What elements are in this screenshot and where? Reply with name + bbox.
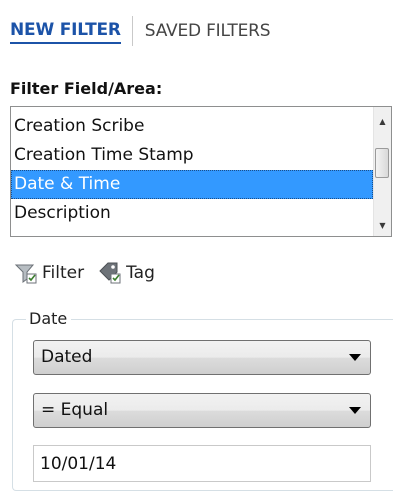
filter-tabs: NEW FILTER SAVED FILTERS: [10, 14, 271, 48]
date-operator-select[interactable]: = Equal: [33, 393, 371, 428]
scroll-down-arrow-icon[interactable]: ▼: [374, 217, 391, 234]
tag-button[interactable]: Tag: [98, 261, 155, 285]
list-item-creation-scribe[interactable]: Creation Scribe: [11, 112, 373, 141]
tab-new-filter[interactable]: NEW FILTER: [10, 19, 121, 44]
list-item-creation-time-stamp[interactable]: Creation Time Stamp: [11, 141, 373, 170]
date-fieldset: Date Dated = Equal: [12, 309, 393, 491]
filter-toolbar: Filter Tag: [14, 258, 155, 288]
filter-button-label: Filter: [42, 263, 85, 283]
tab-saved-filters[interactable]: SAVED FILTERS: [145, 20, 271, 42]
date-value-input[interactable]: [33, 445, 371, 482]
dropdown-arrow-icon: [349, 354, 361, 361]
filter-field-listbox[interactable]: Creation Scribe Creation Time Stamp Date…: [10, 106, 392, 237]
tag-icon: [98, 261, 122, 285]
listbox-scrollbar[interactable]: ▲ ▼: [373, 107, 391, 236]
list-item-date-time[interactable]: Date & Time: [11, 170, 373, 199]
list-item-description[interactable]: Description: [11, 199, 373, 228]
filter-button[interactable]: Filter: [14, 261, 84, 285]
tab-divider: [131, 16, 133, 46]
tag-button-label: Tag: [126, 263, 155, 283]
filter-funnel-icon: [14, 261, 38, 285]
date-mode-select-value: Dated: [41, 347, 93, 367]
filter-field-label: Filter Field/Area:: [10, 79, 163, 98]
date-mode-select[interactable]: Dated: [33, 340, 371, 375]
date-operator-select-value: = Equal: [41, 400, 109, 420]
filter-field-list: Creation Scribe Creation Time Stamp Date…: [11, 112, 373, 228]
date-group-legend: Date: [26, 309, 72, 329]
scrollbar-thumb[interactable]: [375, 148, 389, 178]
scroll-up-arrow-icon[interactable]: ▲: [374, 113, 391, 130]
dropdown-arrow-icon: [349, 407, 361, 414]
